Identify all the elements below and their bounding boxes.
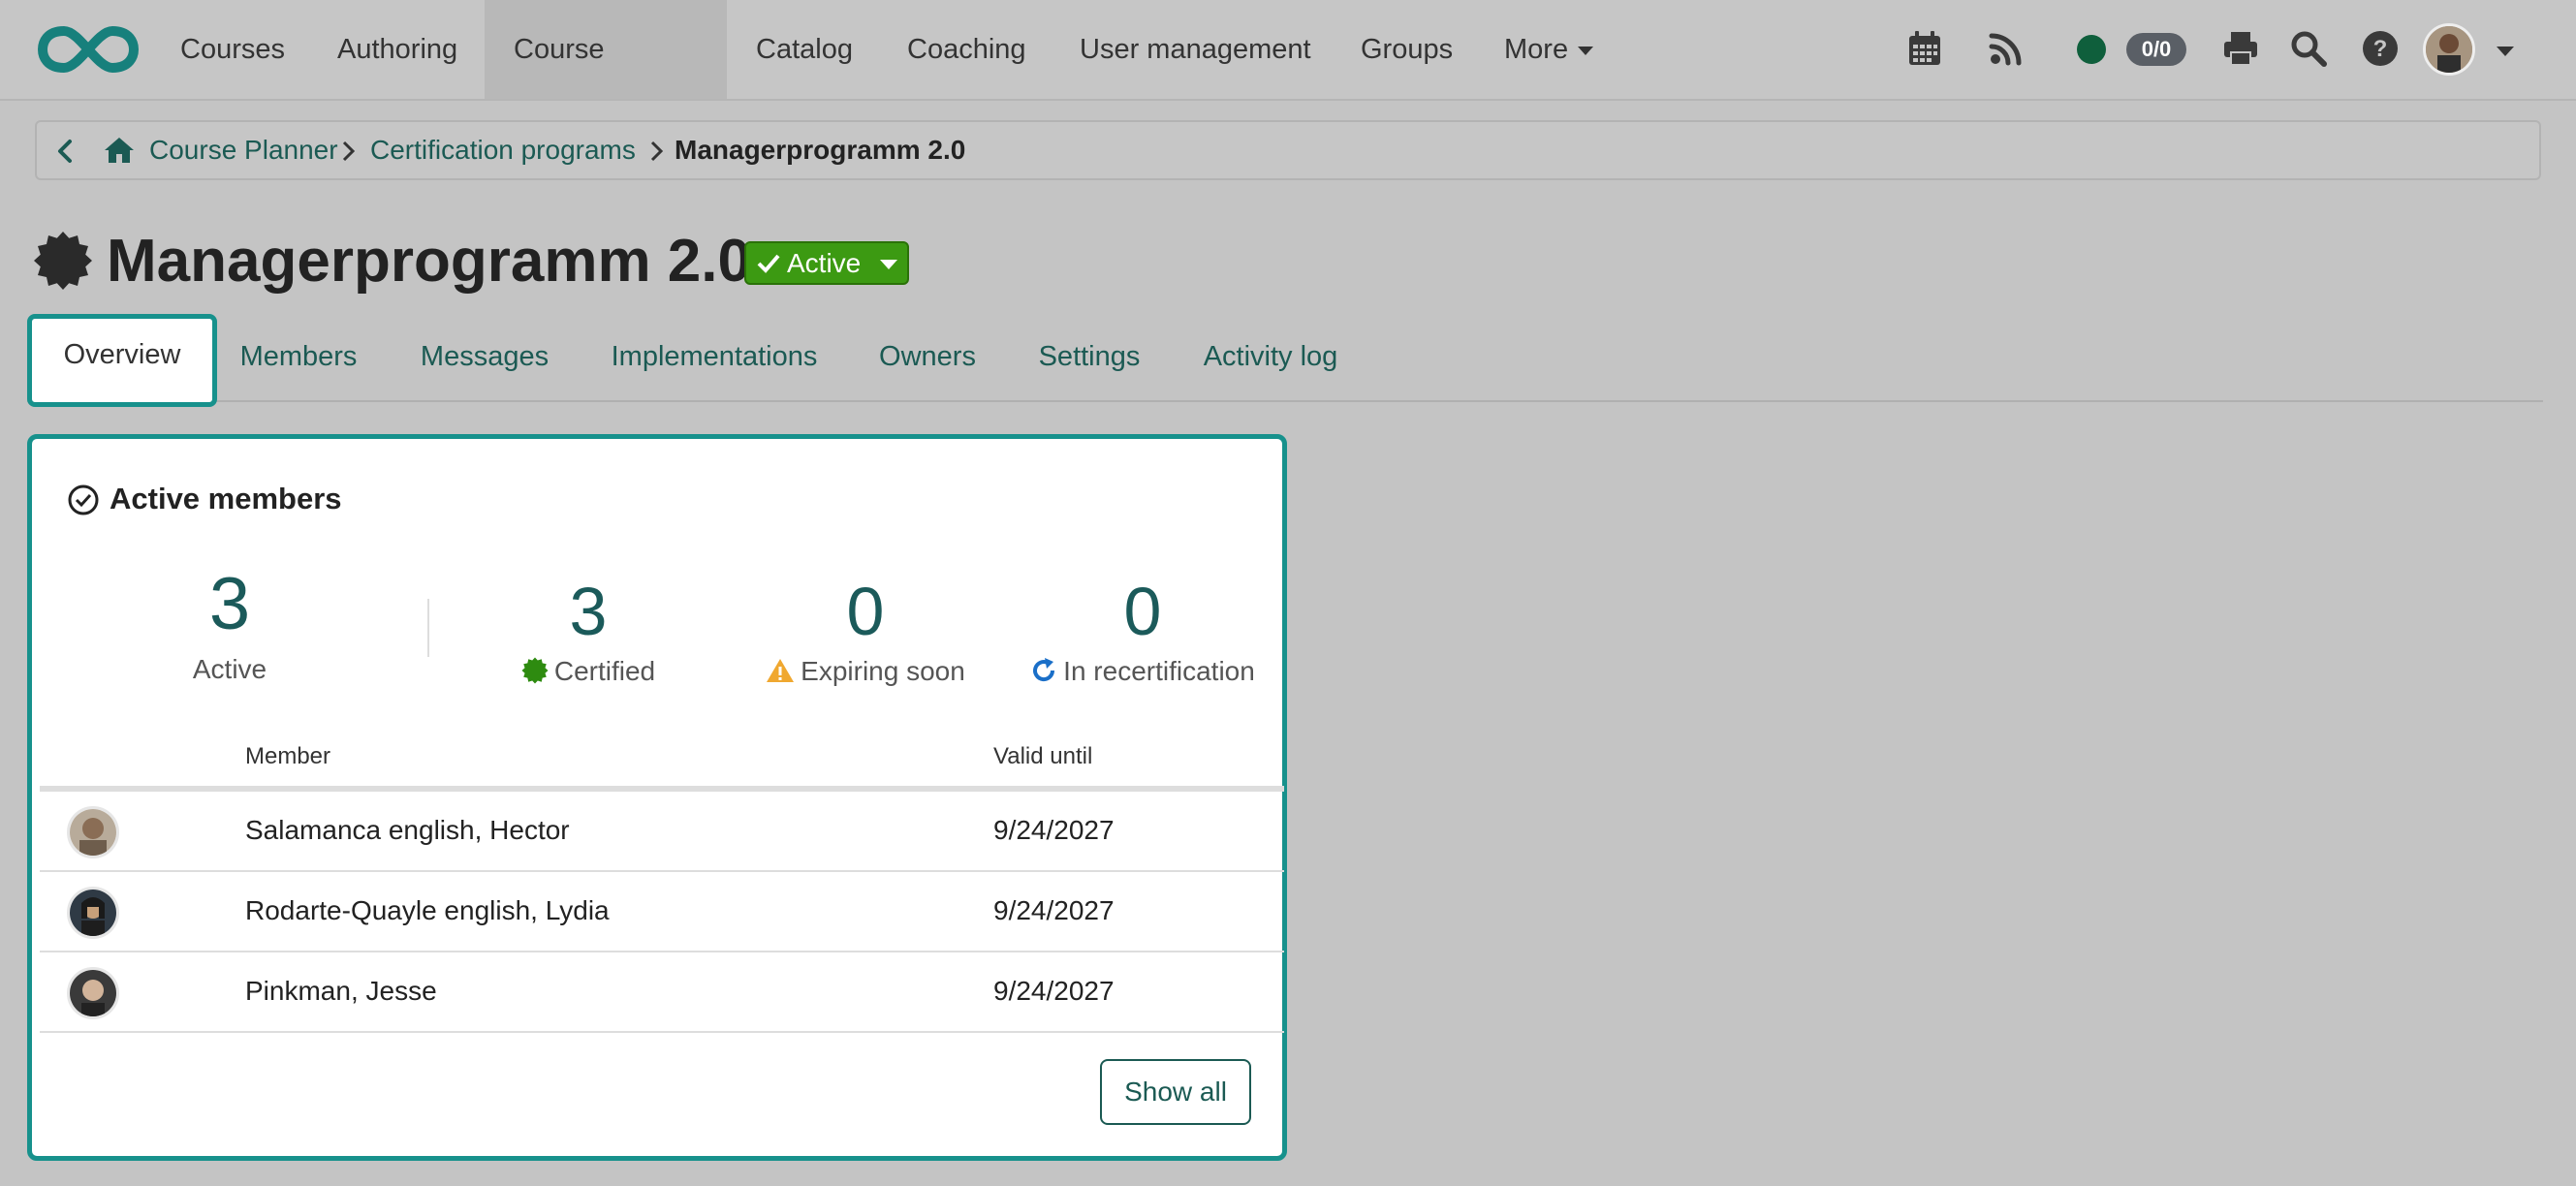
avatar-image xyxy=(70,890,116,936)
breadcrumb-current: Managerprogramm 2.0 xyxy=(675,135,966,165)
user-menu-caret-icon[interactable] xyxy=(2497,47,2514,56)
rss-feed-icon[interactable] xyxy=(1987,29,2026,68)
back-arrow-icon[interactable] xyxy=(54,139,78,164)
active-members-card: Active members 3 Active 3 Certified 0 Ex… xyxy=(27,434,1287,1161)
tab-activity-log[interactable]: Activity log xyxy=(1190,316,1351,397)
warning-icon xyxy=(767,659,795,682)
breadcrumb-separator-icon xyxy=(650,140,664,162)
top-navbar: Courses Authoring Course Planner Catalog… xyxy=(0,0,2576,164)
column-header-valid-until[interactable]: Valid until xyxy=(993,743,1092,770)
stat-expiring-soon: 0 Expiring soon xyxy=(720,573,1011,691)
chevron-down-icon xyxy=(880,260,897,269)
avatar[interactable] xyxy=(67,806,119,858)
nav-more-label: More xyxy=(1504,34,1569,65)
members-table: Member Valid until Salamanca english, He… xyxy=(40,730,1284,1033)
online-status-dot[interactable] xyxy=(2077,35,2106,64)
app-logo-icon[interactable] xyxy=(37,23,140,76)
stat-certified-value: 3 xyxy=(569,574,608,649)
svg-text:?: ? xyxy=(2373,36,2388,62)
refresh-icon xyxy=(1033,658,1055,682)
stat-certified: 3 Certified xyxy=(453,573,724,691)
avatar-image xyxy=(70,809,116,856)
stat-certified-label: Certified xyxy=(553,656,656,686)
tab-messages[interactable]: Messages xyxy=(407,316,562,397)
nav-groups[interactable]: Groups xyxy=(1332,0,1482,99)
search-icon[interactable] xyxy=(2289,29,2328,68)
tab-settings[interactable]: Settings xyxy=(1027,316,1151,397)
stat-active: 3 Active xyxy=(94,561,365,689)
status-dropdown-label: Active xyxy=(787,248,862,278)
nav-user-management[interactable]: User management xyxy=(1051,0,1340,99)
certificate-badge-icon xyxy=(34,232,92,290)
print-icon[interactable] xyxy=(2221,29,2260,68)
nav-course-planner[interactable]: Course Planner xyxy=(485,0,727,164)
member-name[interactable]: Rodarte-Quayle english, Lydia xyxy=(245,893,610,928)
table-row[interactable]: Pinkman, Jesse 9/24/2027 xyxy=(40,952,1284,1033)
nav-more[interactable]: More xyxy=(1475,0,1622,99)
tab-overview[interactable]: Overview xyxy=(27,314,217,407)
user-avatar[interactable] xyxy=(2423,23,2475,76)
member-name[interactable]: Salamanca english, Hector xyxy=(245,813,570,848)
stat-in-recertification: 0 In recertification xyxy=(997,573,1288,691)
stat-recert-label: In recertification xyxy=(1063,656,1255,686)
page-title: Managerprogramm 2.0 xyxy=(107,228,751,295)
status-dropdown[interactable]: Active xyxy=(744,241,909,285)
tab-members[interactable]: Members xyxy=(225,316,372,397)
stat-recert-value: 0 xyxy=(1123,574,1162,649)
avatar[interactable] xyxy=(67,887,119,939)
breadcrumb-certification-programs[interactable]: Certification programs xyxy=(370,122,636,178)
breadcrumb-course-planner[interactable]: Course Planner xyxy=(149,122,338,178)
stat-expiring-value: 0 xyxy=(846,574,885,649)
avatar[interactable] xyxy=(67,967,119,1019)
check-icon xyxy=(757,254,780,273)
breadcrumb: Course Planner Certification programs Ma… xyxy=(35,120,2541,180)
tab-owners[interactable]: Owners xyxy=(868,316,987,397)
table-row[interactable]: Rodarte-Quayle english, Lydia 9/24/2027 xyxy=(40,872,1284,952)
nav-courses[interactable]: Courses xyxy=(151,0,314,99)
valid-until-date: 9/24/2027 xyxy=(993,895,1115,925)
tabs-divider xyxy=(27,400,2543,402)
stat-expiring-label: Expiring soon xyxy=(801,656,965,686)
avatar-image xyxy=(70,970,116,1016)
help-icon[interactable]: ? xyxy=(2361,29,2400,68)
card-title: Active members xyxy=(110,482,342,515)
tab-implementations[interactable]: Implementations xyxy=(601,316,828,397)
chevron-down-icon xyxy=(1578,46,1594,55)
certified-badge-icon xyxy=(521,657,549,684)
calendar-icon[interactable] xyxy=(1905,29,1944,68)
table-row[interactable]: Salamanca english, Hector 9/24/2027 xyxy=(40,792,1284,872)
check-circle-icon xyxy=(68,484,99,515)
member-name[interactable]: Pinkman, Jesse xyxy=(245,974,437,1009)
nav-coaching[interactable]: Coaching xyxy=(878,0,1055,99)
notification-counter-badge[interactable]: 0/0 xyxy=(2126,33,2186,66)
valid-until-date: 9/24/2027 xyxy=(993,976,1115,1006)
table-header-row: Member Valid until xyxy=(40,730,1284,792)
show-all-button[interactable]: Show all xyxy=(1100,1059,1251,1125)
nav-catalog[interactable]: Catalog xyxy=(727,0,882,99)
home-icon[interactable] xyxy=(103,136,136,165)
stat-active-value: 3 xyxy=(208,563,251,645)
nav-authoring[interactable]: Authoring xyxy=(308,0,487,99)
stat-divider xyxy=(427,599,429,657)
valid-until-date: 9/24/2027 xyxy=(993,815,1115,845)
stat-active-label: Active xyxy=(192,654,267,684)
column-header-member[interactable]: Member xyxy=(245,743,330,770)
breadcrumb-separator-icon xyxy=(342,140,356,162)
user-avatar-image xyxy=(2426,26,2472,73)
